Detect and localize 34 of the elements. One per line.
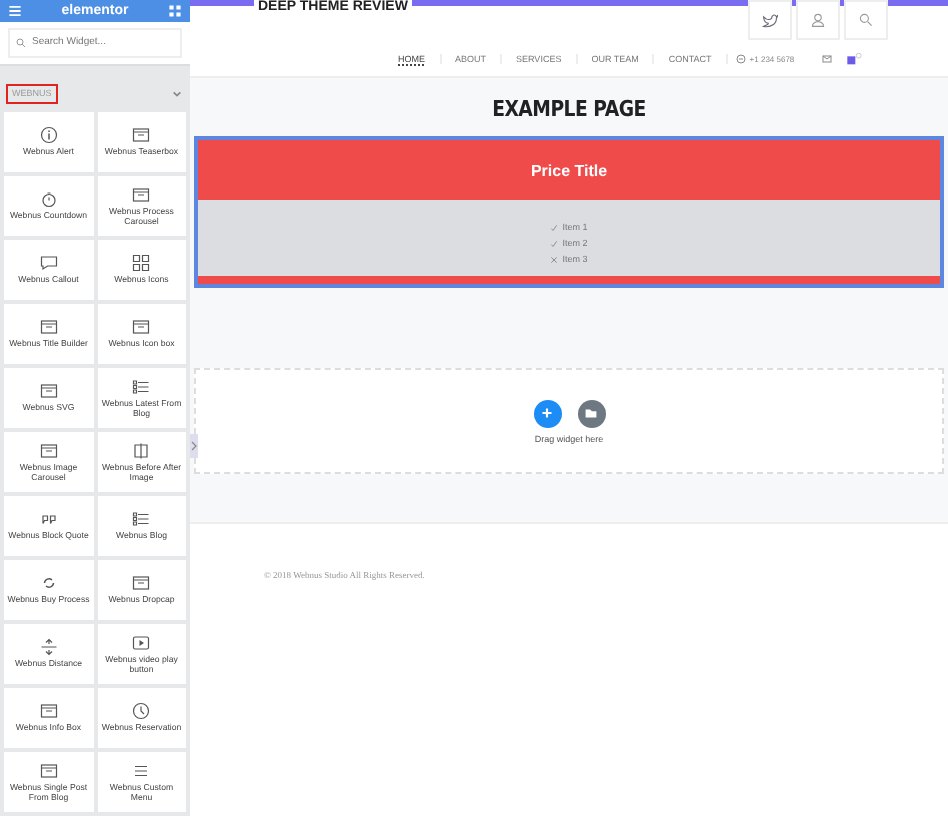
caret-icon[interactable]: [172, 89, 182, 98]
collapse-handle[interactable]: [190, 434, 198, 458]
widget-icon: [132, 761, 151, 780]
page-title: EXAMPLE PAGE: [490, 96, 648, 122]
widget-icon: [39, 510, 58, 529]
widget-icon: [39, 638, 58, 657]
widget-icon: [132, 441, 151, 460]
widget-icon: [39, 126, 58, 145]
user-icon[interactable]: [796, 0, 840, 40]
widget-icon: [132, 185, 151, 204]
mail-icon[interactable]: [822, 53, 833, 63]
folder-icon[interactable]: [577, 399, 605, 427]
widget-icon: [132, 318, 151, 337]
widget-icon: [39, 382, 58, 401]
widget-icon: [132, 254, 151, 273]
widget-icon: [132, 574, 151, 593]
widget-icon: [132, 510, 151, 529]
widget-icon: [39, 574, 58, 593]
widget-icon: [39, 190, 58, 209]
widget-icon: [39, 254, 58, 273]
widget-icon: [132, 702, 151, 721]
grid-icon[interactable]: [168, 3, 182, 18]
price-title: Price Title: [530, 161, 608, 179]
widget-icon: [39, 702, 58, 721]
widget-icon: [132, 377, 151, 396]
widget-icon: [132, 126, 151, 145]
widget-icon: [39, 318, 58, 337]
widget-icon: [39, 441, 58, 460]
widget-icon: [39, 761, 58, 780]
cart-icon[interactable]: [846, 51, 863, 65]
widget-icon: [132, 633, 151, 652]
add-icon[interactable]: [533, 399, 561, 427]
menu-icon[interactable]: [8, 3, 22, 18]
bird-icon[interactable]: [748, 0, 792, 40]
